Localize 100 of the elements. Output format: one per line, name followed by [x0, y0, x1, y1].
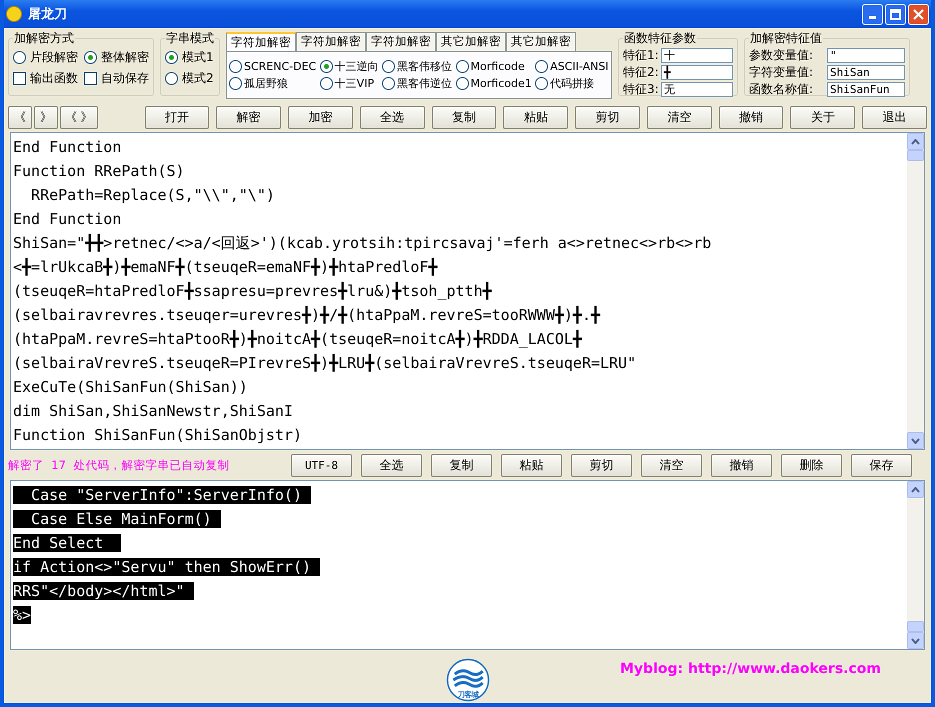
radio-button[interactable] [320, 60, 333, 73]
toolbar-button[interactable]: 粘贴 [503, 106, 568, 128]
radio-option[interactable]: 十三逆向 [320, 59, 380, 74]
radio-button[interactable] [165, 72, 178, 85]
radio-button[interactable] [535, 77, 548, 90]
toolbar-button[interactable]: 解密 [216, 106, 282, 128]
tab[interactable]: 字符加解密 [296, 32, 366, 51]
radio-option[interactable]: Morficode [456, 59, 532, 74]
radio-button[interactable] [456, 77, 469, 90]
radio-option[interactable]: Morficode1 [456, 76, 532, 91]
checkbox-option[interactable]: 输出函数 [13, 70, 78, 87]
input-field[interactable]: 十 [661, 48, 733, 63]
group-title: 加解密方式 [13, 30, 75, 47]
radio-option[interactable]: 十三VIP [320, 76, 380, 91]
toolbar-button[interactable]: UTF-8 [291, 454, 352, 476]
input-field[interactable]: ShiSan [827, 65, 905, 80]
radio-button[interactable] [229, 60, 242, 73]
toolbar-button[interactable]: 复制 [432, 106, 496, 128]
toolbar-button[interactable]: 删除 [781, 454, 842, 476]
input-field[interactable]: " [827, 48, 905, 63]
scroll-thumb[interactable] [907, 621, 924, 632]
radio-option[interactable]: 整体解密 [84, 49, 149, 66]
scrollbar[interactable] [907, 481, 924, 649]
code-line: dim ShiSan,ShiSanNewstr,ShiSanI [13, 401, 294, 422]
toolbar-button[interactable]: 粘贴 [501, 454, 562, 476]
checkbox[interactable] [13, 72, 26, 85]
radio-button[interactable] [535, 60, 548, 73]
radio-label: ASCII-ANSI [550, 60, 609, 73]
nav-button[interactable]: 》 [34, 106, 58, 128]
toolbar-button[interactable]: 剪切 [571, 454, 632, 476]
toolbar-button[interactable]: 剪切 [575, 106, 640, 128]
scroll-down-button[interactable] [907, 432, 924, 449]
field-label: 特征2: [623, 64, 659, 81]
code-editor[interactable] [10, 132, 925, 450]
toolbar-button[interactable]: 全选 [361, 454, 422, 476]
radio-option[interactable]: ASCII-ANSI [535, 59, 609, 74]
radio-button[interactable] [13, 51, 26, 64]
toolbar-button[interactable]: 打开 [144, 106, 210, 128]
scroll-down-button[interactable] [907, 632, 924, 649]
radio-label: 模式1 [182, 49, 214, 66]
tab[interactable]: 字符加解密 [366, 32, 436, 51]
radio-label: 整体解密 [101, 49, 149, 66]
minimize-button[interactable] [862, 4, 883, 24]
radio-option[interactable]: 模式2 [165, 70, 214, 87]
radio-button[interactable] [382, 60, 396, 73]
scroll-thumb[interactable] [907, 150, 924, 161]
input-field[interactable]: 无 [661, 82, 733, 97]
scrollbar[interactable] [907, 133, 924, 449]
radio-option[interactable]: 代码拼接 [535, 76, 609, 91]
code-line: RRePath=Replace(S,"\\","\") [30, 185, 276, 206]
maximize-button[interactable] [885, 4, 906, 24]
input-field[interactable]: ╋ [661, 65, 733, 80]
tab[interactable]: 其它加解密 [436, 32, 506, 51]
radio-label: 黑客伟逆位 [397, 76, 452, 91]
radio-button[interactable] [229, 77, 242, 90]
radio-option[interactable]: SCRENC-DEC [229, 59, 317, 74]
toolbar-button[interactable]: 全选 [360, 106, 425, 128]
code-line: (selbairaVrevreS.tseuqeR=PIrevreS╋)╋LRU╋(selbairaVrevreS.tseuqeR=LRU" [13, 352, 638, 374]
radio-button[interactable] [456, 60, 469, 73]
toolbar-button[interactable]: 加密 [288, 106, 353, 128]
tab[interactable]: 其它加解密 [506, 32, 576, 51]
field-label: 函数名称值: [749, 81, 814, 98]
toolbar-button[interactable]: 保存 [851, 454, 912, 476]
radio-label: 代码拼接 [550, 76, 594, 91]
nav-button[interactable]: 《 》 [60, 106, 98, 128]
nav-button[interactable]: 《 [8, 106, 32, 128]
radio-option[interactable]: 黑客伟移位 [382, 59, 453, 74]
app-icon [6, 6, 22, 22]
scroll-up-button[interactable] [907, 133, 924, 150]
group-title: 函数特征参数 [623, 30, 697, 47]
radio-option[interactable]: 模式1 [165, 49, 214, 66]
radio-button[interactable] [84, 51, 97, 64]
code-line: End Function [13, 137, 122, 158]
group-title: 字串模式 [165, 30, 215, 47]
radio-label: SCRENC-DEC [244, 60, 316, 73]
code-line: ShiSan="╋╋>retnec/<>a/<回返>')(kcab.yrotsih:tpircsavaj'=ferh a<>retnec<>rb<>rb [13, 232, 712, 254]
radio-button[interactable] [320, 77, 333, 90]
toolbar-button[interactable]: 退出 [862, 106, 927, 128]
output-editor[interactable]: Case "ServerInfo":ServerInfo() Case Else MainForm() End Select if Action<>"Servu" then ShowErr() RRS"</body></html>" %> [10, 480, 925, 650]
radio-button[interactable] [165, 51, 178, 64]
toolbar-button[interactable]: 清空 [646, 106, 712, 128]
toolbar-button[interactable]: 撤销 [718, 106, 784, 128]
scroll-up-button[interactable] [907, 481, 924, 498]
radio-label: 十三VIP [334, 76, 374, 91]
toolbar-button[interactable]: 关于 [790, 106, 856, 128]
close-button[interactable] [908, 4, 929, 24]
input-field[interactable]: ShiSanFun [827, 82, 905, 97]
toolbar-button[interactable]: 清空 [641, 454, 702, 476]
status-message: 解密了 17 处代码，解密字串已自动复制 [8, 458, 230, 472]
checkbox-option[interactable]: 自动保存 [84, 70, 149, 87]
code-line: <╋=lrUkcaB╋)╋emaNF╋(tseuqeR=emaNF╋)╋htaPredloF╋ [13, 256, 438, 278]
radio-option[interactable]: 孤居野狼 [229, 76, 317, 91]
minimize-icon [869, 16, 876, 18]
radio-button[interactable] [382, 77, 396, 90]
radio-option[interactable]: 黑客伟逆位 [382, 76, 453, 91]
toolbar-button[interactable]: 撤销 [711, 454, 772, 476]
toolbar-button[interactable]: 复制 [431, 454, 492, 476]
checkbox[interactable] [84, 72, 97, 85]
tab[interactable]: 字符加解密 [226, 32, 296, 51]
radio-option[interactable]: 片段解密 [13, 49, 78, 66]
